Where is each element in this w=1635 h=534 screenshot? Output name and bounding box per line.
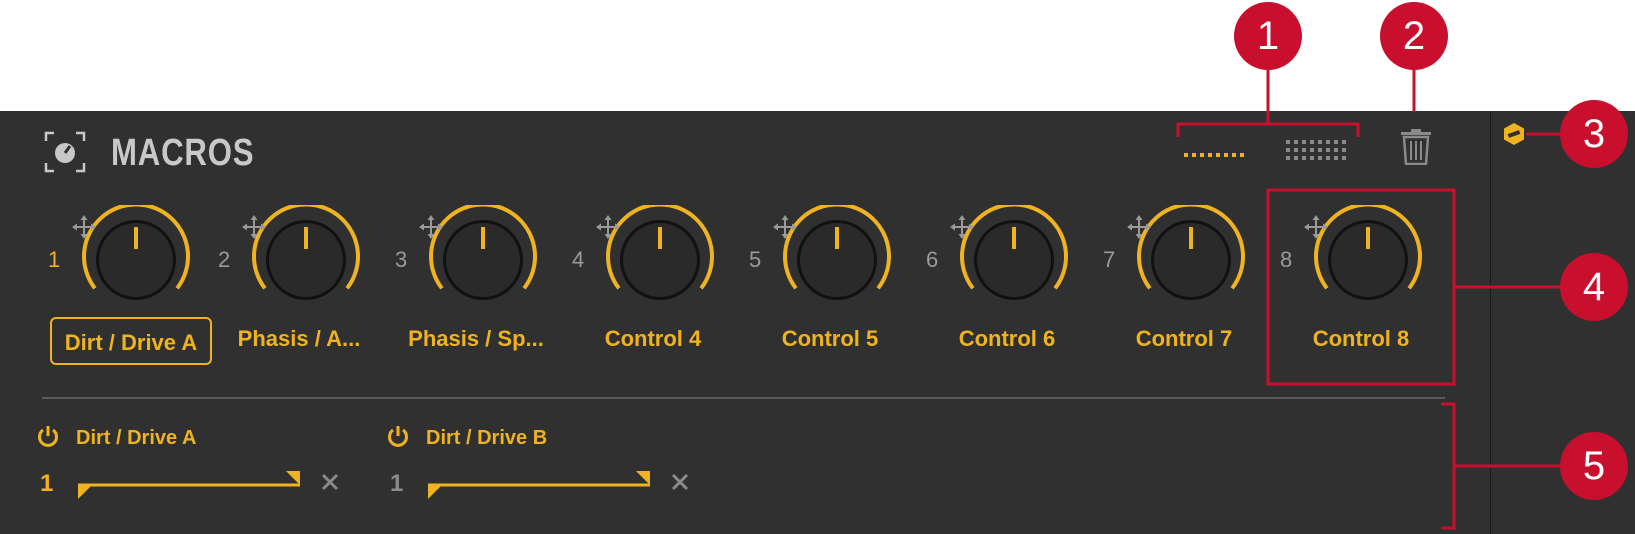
assignment-index: 1 (40, 470, 54, 497)
remove-icon[interactable] (670, 472, 690, 492)
macro-number: 2 (218, 247, 231, 272)
macro-slot-1[interactable]: 1 Dirt / Drive A (40, 205, 218, 380)
move-handle-icon[interactable] (242, 215, 266, 239)
assignment-name: Dirt / Drive B (426, 427, 548, 449)
callout-badge: 3 (1560, 100, 1628, 168)
power-icon[interactable] (36, 424, 60, 448)
macro-label[interactable]: Control 4 (564, 326, 742, 352)
macro-slot-7[interactable]: 7 Control 7 (1095, 205, 1273, 380)
power-icon[interactable] (386, 424, 410, 448)
macro-label[interactable]: Phasis / Sp... (387, 326, 565, 352)
macro-number: 6 (926, 247, 939, 272)
move-handle-icon[interactable] (419, 215, 443, 239)
macro-slot-4[interactable]: 4 Control 4 (564, 205, 742, 380)
macro-number: 3 (395, 247, 408, 272)
move-handle-icon[interactable] (72, 215, 96, 239)
macro-slot-2[interactable]: 2 Phasis / A... (210, 205, 388, 380)
large-view-icon[interactable] (1286, 139, 1348, 166)
macro-slot-3[interactable]: 3 Phasis / Sp... (387, 205, 565, 380)
macro-number: 1 (48, 247, 61, 272)
remove-icon[interactable] (320, 472, 340, 492)
macro-label[interactable]: Control 6 (918, 326, 1096, 352)
move-handle-icon[interactable] (1304, 215, 1328, 239)
section-divider (42, 397, 1445, 399)
modulation-range-slider[interactable] (424, 469, 654, 503)
macro-label[interactable]: Phasis / A... (210, 326, 388, 352)
macro-label[interactable]: Dirt / Drive A (50, 317, 212, 365)
assignment-name: Dirt / Drive A (76, 427, 197, 449)
move-handle-icon[interactable] (596, 215, 620, 239)
callout-badge: 4 (1560, 253, 1628, 321)
macro-number: 4 (572, 247, 585, 272)
callout-badge: 5 (1560, 432, 1628, 500)
move-handle-icon[interactable] (773, 215, 797, 239)
macro-number: 7 (1103, 247, 1116, 272)
assignment-index: 1 (390, 470, 404, 497)
move-handle-icon[interactable] (1127, 215, 1151, 239)
trash-icon[interactable] (1400, 129, 1432, 170)
move-handle-icon[interactable] (950, 215, 974, 239)
macro-number: 8 (1280, 247, 1293, 272)
hex-nut-icon[interactable] (1502, 122, 1526, 151)
modulation-range-slider[interactable] (74, 469, 304, 503)
macro-knob-icon (44, 131, 86, 173)
callout-badge: 2 (1380, 2, 1448, 70)
macro-slot-5[interactable]: 5 Control 5 (741, 205, 919, 380)
macro-label[interactable]: Control 5 (741, 326, 919, 352)
panel-title: MACROS (111, 132, 255, 174)
callout-badge: 1 (1234, 2, 1302, 70)
macro-label[interactable]: Control 8 (1272, 326, 1450, 352)
macro-slot-6[interactable]: 6 Control 6 (918, 205, 1096, 380)
right-sidebar-divider (1490, 111, 1491, 534)
macro-label[interactable]: Control 7 (1095, 326, 1273, 352)
macro-slot-8[interactable]: 8 Control 8 (1272, 205, 1450, 380)
small-view-icon[interactable] (1184, 146, 1246, 164)
macro-number: 5 (749, 247, 762, 272)
